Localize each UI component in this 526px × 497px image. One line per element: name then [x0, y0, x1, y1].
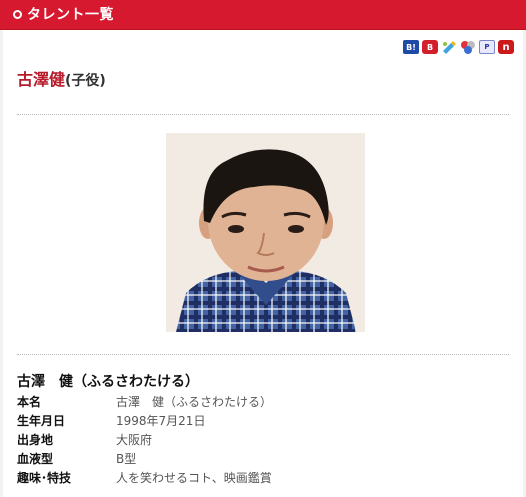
profile-label: 出身地	[17, 433, 54, 447]
talent-name-heading: 古澤健(子役)	[17, 70, 106, 91]
social-bookmark-bar: B! B P n	[403, 40, 514, 54]
frame-border-left	[0, 30, 3, 497]
profile-label: 本名	[17, 395, 42, 409]
newsing-icon[interactable]: n	[498, 40, 514, 54]
profile-row: 本名 古澤 健（ふるさわたける）	[17, 393, 272, 412]
profile-label: 血液型	[17, 452, 54, 466]
section-title: タレント一覧	[27, 7, 114, 23]
livedoor-clip-icon[interactable]	[441, 40, 457, 54]
header-bullet-icon	[13, 10, 22, 19]
profile-value: 1998年7月21日	[116, 414, 206, 428]
talent-role: (子役)	[65, 73, 106, 89]
talent-name: 古澤健	[17, 70, 66, 89]
profile-full-name: 古澤 健（ふるさわたける）	[17, 374, 199, 390]
delicious-icon[interactable]	[460, 40, 476, 54]
profile-label: 趣味･特技	[17, 471, 72, 485]
profile-table: 本名 古澤 健（ふるさわたける） 生年月日 1998年7月21日 出身地 大阪府…	[17, 393, 272, 488]
pookmark-icon[interactable]: P	[479, 40, 495, 54]
buzzurl-icon[interactable]: B	[422, 40, 438, 54]
talent-photo	[166, 133, 365, 332]
profile-label: 生年月日	[17, 414, 66, 428]
divider-top	[17, 114, 509, 115]
profile-value: 大阪府	[116, 433, 153, 447]
profile-row: 生年月日 1998年7月21日	[17, 412, 272, 431]
profile-value: B型	[116, 452, 137, 466]
hatena-bookmark-icon[interactable]: B!	[403, 40, 419, 54]
divider-bottom	[17, 354, 509, 355]
profile-row: 趣味･特技 人を笑わせるコト、映画鑑賞	[17, 469, 272, 488]
profile-value: 古澤 健（ふるさわたける）	[116, 395, 273, 409]
section-header: タレント一覧	[0, 0, 526, 30]
profile-row: 血液型 B型	[17, 450, 272, 469]
profile-value: 人を笑わせるコト、映画鑑賞	[116, 471, 272, 485]
profile-row: 出身地 大阪府	[17, 431, 272, 450]
